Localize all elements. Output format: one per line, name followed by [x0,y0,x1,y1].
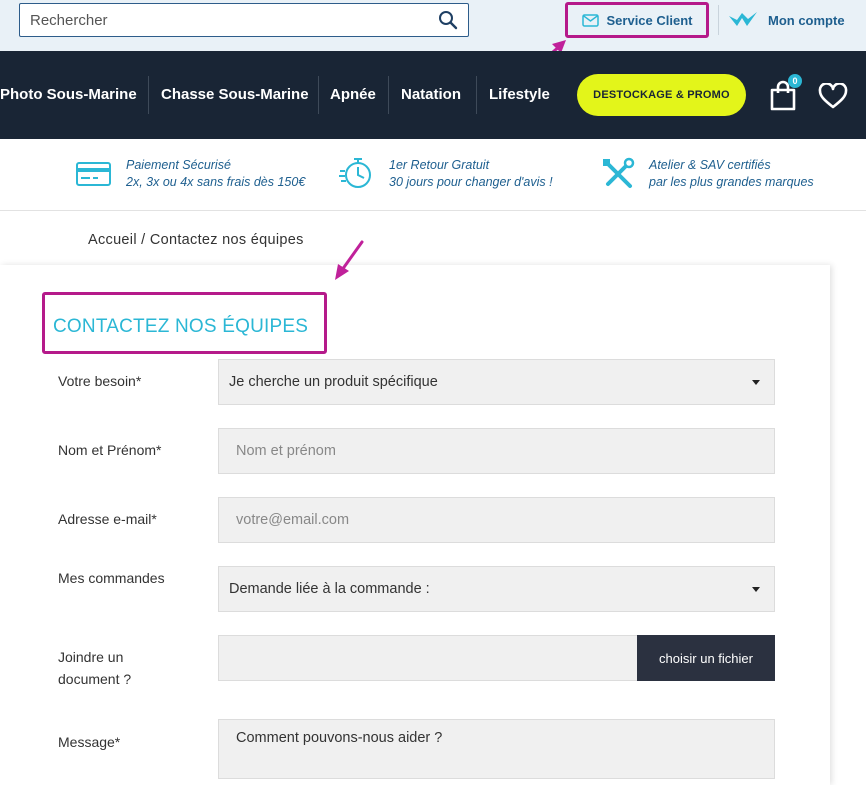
message-label: Message* [58,734,121,750]
reassurance-line1: 1er Retour Gratuit [389,158,490,172]
caret-down-icon [752,587,760,592]
promo-button[interactable]: DESTOCKAGE & PROMO [577,74,746,116]
nav-item-photo-sous-marine[interactable]: Photo Sous-Marine [0,76,137,114]
annotation-arrow-icon [335,240,364,280]
nav-item-natation[interactable]: Natation [401,76,461,114]
reassurance-line1: Paiement Sécurisé [126,158,231,172]
main-nav: Photo Sous-Marine Chasse Sous-Marine Apn… [0,51,866,139]
message-textarea[interactable] [219,720,774,778]
wishlist-heart-icon[interactable] [818,83,848,109]
reassurance-bar: Paiement Sécurisé 2x, 3x ou 4x sans frai… [0,139,866,211]
search-input[interactable] [20,4,430,36]
attach-label: Joindre un document ? [58,646,131,690]
stopwatch-icon [339,158,371,188]
page-title: CONTACTEZ NOS ÉQUIPES [53,316,309,337]
tools-icon [603,157,635,188]
message-field[interactable] [218,719,775,779]
reassurance-item-returns: 1er Retour Gratuit 30 jours pour changer… [339,157,553,191]
cart-count-badge: 0 [788,74,802,88]
nav-separator [388,76,389,114]
reassurance-line2: 30 jours pour changer d'avis ! [389,175,553,189]
nav-item-apnee[interactable]: Apnée [330,76,376,114]
need-label: Votre besoin* [58,373,142,389]
reassurance-item-payment: Paiement Sécurisé 2x, 3x ou 4x sans frai… [76,157,305,191]
breadcrumb[interactable]: Accueil / Contactez nos équipes [88,232,304,248]
reassurance-line2: par les plus grandes marques [649,175,814,189]
nav-item-chasse-sous-marine[interactable]: Chasse Sous-Marine [161,76,309,114]
account-link[interactable]: Mon compte [728,8,845,32]
logo-bird-icon [729,12,757,26]
name-field[interactable] [218,428,775,474]
reassurance-line1: Atelier & SAV certifiés [649,158,771,172]
need-select-value: Je cherche un produit spécifique [229,374,438,390]
need-select[interactable]: Je cherche un produit spécifique [218,359,775,405]
orders-select-value: Demande liée à la commande : [229,581,430,597]
top-bar: Service Client Mon compte [0,0,866,70]
attach-field[interactable]: choisir un fichier [218,635,775,681]
nav-separator [476,76,477,114]
name-input[interactable] [219,429,774,473]
service-client-label: Service Client [606,12,693,28]
reassurance-line2: 2x, 3x ou 4x sans frais dès 150€ [126,175,306,189]
nav-item-lifestyle[interactable]: Lifestyle [489,76,550,114]
nav-separator [148,76,149,114]
account-label: Mon compte [768,12,845,28]
email-label: Adresse e-mail* [58,511,157,527]
email-input[interactable] [219,498,774,542]
envelope-icon [581,13,599,27]
header-divider [718,5,719,35]
search-box[interactable] [19,3,469,37]
credit-card-icon [76,162,111,186]
email-field[interactable] [218,497,775,543]
reassurance-item-workshop: Atelier & SAV certifiés par les plus gra… [601,157,814,191]
nav-separator [318,76,319,114]
name-label: Nom et Prénom* [58,442,162,458]
attach-label-line2: document ? [58,671,132,687]
caret-down-icon [752,380,760,385]
choose-file-button[interactable]: choisir un fichier [637,635,775,681]
orders-label: Mes commandes [58,570,165,586]
orders-select[interactable]: Demande liée à la commande : [218,566,775,612]
attach-label-line1: Joindre un [58,649,124,665]
service-client-link[interactable]: Service Client [565,2,709,38]
search-icon[interactable] [438,10,458,30]
